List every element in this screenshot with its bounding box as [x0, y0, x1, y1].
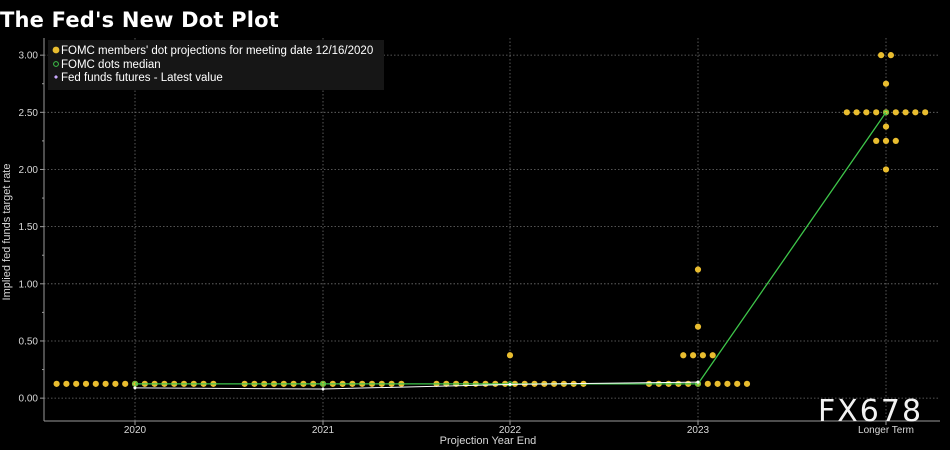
fomc-dot	[873, 137, 880, 144]
y-axis-label: Implied fed funds target rate	[1, 164, 13, 301]
fomc-dot	[73, 380, 80, 387]
fx678-watermark: FX678	[818, 394, 924, 429]
fomc-dot	[902, 109, 909, 116]
fomc-dot	[892, 109, 899, 116]
fomc-dot	[882, 137, 890, 144]
fomc-dot	[694, 323, 702, 330]
fomc-dot	[112, 380, 119, 387]
y-tick-label: 0.00	[19, 394, 39, 405]
y-tick-label: 1.50	[19, 222, 39, 233]
fomc-dot	[878, 52, 885, 59]
y-tick-label: 2.00	[19, 165, 39, 176]
fomc-dot	[734, 380, 741, 387]
fomc-dot	[892, 137, 899, 144]
legend-label: FOMC members' dot projections for meetin…	[61, 45, 373, 57]
legend-label: FOMC dots median	[61, 59, 161, 71]
futures-line	[134, 381, 699, 390]
fomc-dot	[694, 266, 702, 273]
fomc-dot	[122, 380, 129, 387]
fomc-dot	[714, 380, 721, 387]
legend-label: Fed funds futures - Latest value	[61, 72, 223, 84]
fomc-dot	[506, 352, 514, 359]
fomc-dot	[882, 166, 890, 173]
series-layer	[53, 52, 929, 391]
fomc-dot	[92, 380, 99, 387]
fomc-dot	[882, 80, 890, 87]
fomc-dot	[63, 380, 70, 387]
fomc-dot	[882, 123, 890, 130]
axis-layer: 0.000.501.001.502.002.503.002020 2021 2022…	[19, 38, 940, 436]
dot-plot-chart: 0.000.501.001.502.002.503.002020 2021 2022…	[1, 38, 940, 447]
x-tick-label: 2021	[312, 425, 335, 436]
fomc-dot	[724, 380, 731, 387]
fomc-dot	[53, 380, 60, 387]
y-tick-label: 3.00	[19, 51, 39, 62]
y-tick-label: 1.00	[19, 279, 39, 290]
fomc-dot	[704, 380, 711, 387]
x-tick-label: 2020	[124, 425, 147, 436]
fomc-dot	[699, 352, 707, 359]
median-line	[135, 111, 887, 385]
fomc-dot	[102, 380, 109, 387]
fomc-dot	[82, 380, 90, 387]
legend: FOMC members' dot projections for meetin…	[48, 40, 384, 90]
x-axis-label: Projection Year End	[440, 435, 537, 447]
fomc-dot	[743, 380, 751, 387]
x-tick-label: 2023	[687, 425, 710, 436]
fomc-dot	[843, 109, 850, 116]
fomc-dot	[680, 352, 687, 359]
y-tick-label: 2.50	[19, 108, 39, 119]
y-tick-label: 0.50	[19, 336, 39, 347]
fomc-dot	[912, 109, 919, 116]
fomc-dot	[922, 109, 929, 116]
fomc-dot	[853, 109, 860, 116]
fomc-dot	[873, 109, 880, 116]
fomc-dot	[690, 352, 697, 359]
futures-point	[321, 386, 325, 391]
fomc-dot	[709, 352, 716, 359]
fomc-dot	[887, 52, 895, 59]
legend-dot-icon	[52, 46, 60, 54]
fomc-dot	[863, 109, 870, 116]
